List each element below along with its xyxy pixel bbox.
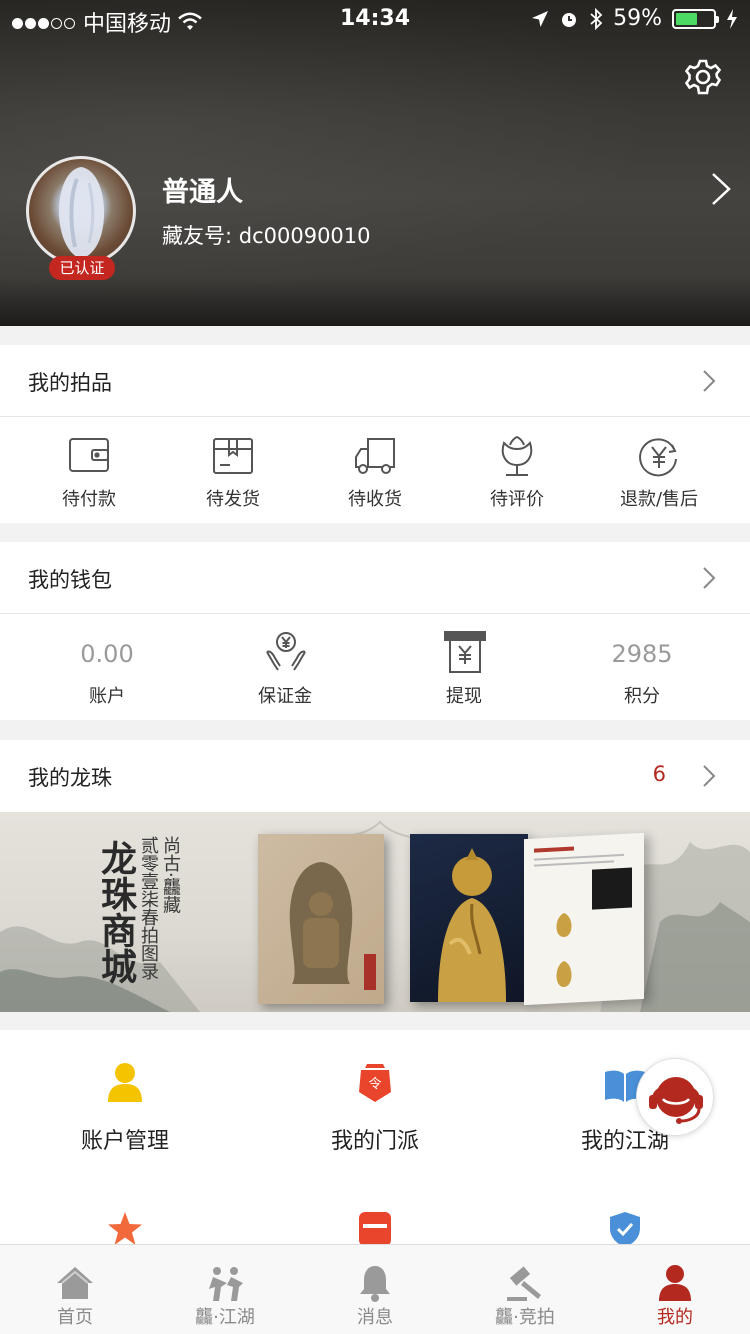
chevron-right-icon xyxy=(703,567,716,589)
chevron-right-icon xyxy=(703,370,716,392)
points-button[interactable]: 2985 积分 xyxy=(553,614,731,720)
tab-label: 龘·竞拍 xyxy=(495,1307,555,1328)
status-indicators: 59% xyxy=(531,6,738,31)
customer-service-button[interactable] xyxy=(636,1058,714,1136)
wallet-icon xyxy=(69,438,109,472)
tab-label: 龘·江湖 xyxy=(195,1307,255,1328)
menu-label: 我的门派 xyxy=(330,1129,419,1154)
charging-icon xyxy=(727,8,737,29)
favorites-button[interactable] xyxy=(0,1200,250,1245)
home-icon xyxy=(57,1267,93,1299)
alarm-icon xyxy=(562,12,577,27)
withdraw-label: 提现 xyxy=(446,686,482,707)
account-balance-label: 账户 xyxy=(89,686,125,707)
gavel-icon xyxy=(507,1266,541,1301)
pearl-mall-banner[interactable]: 龙珠商城 尚古·龘藏 贰零壹柒春拍图录 xyxy=(0,812,750,1012)
tab-label: 我的 xyxy=(657,1307,693,1328)
section-title: 我的龙珠 xyxy=(28,766,112,790)
account-balance-button[interactable]: 0.00 账户 xyxy=(18,614,196,720)
banner-subtitle-1: 尚古·龘藏 xyxy=(160,836,181,914)
deposit-label: 保证金 xyxy=(258,686,312,707)
my-sect-button[interactable]: 令 我的门派 xyxy=(250,1030,500,1170)
tab-mine[interactable]: 我的 xyxy=(600,1245,750,1334)
user-avatar-block[interactable]: 已认证 xyxy=(26,156,136,280)
settings-gear-icon[interactable] xyxy=(684,58,722,96)
refund-icon xyxy=(639,438,677,477)
status-bar: 中国移动 14:34 59% xyxy=(0,0,750,40)
pearls-count: 6 xyxy=(652,762,666,786)
my-pearls-header[interactable]: 我的龙珠 6 xyxy=(0,740,750,812)
banner-subtitle-2: 贰零壹柒春拍图录 xyxy=(138,836,159,980)
pending-payment-button[interactable]: 待付款 xyxy=(14,417,164,523)
bell-icon xyxy=(360,1266,390,1302)
account-balance-value: 0.00 xyxy=(80,640,134,668)
order-status-row: 待付款 待发货 待收货 待评价 退款/售后 xyxy=(0,417,750,523)
battery-percent: 59% xyxy=(613,6,662,31)
my-auctions-header[interactable]: 我的拍品 xyxy=(0,345,750,417)
withdraw-icon xyxy=(444,631,486,673)
my-auctions-section: 我的拍品 待付款 待发货 待收货 待评价 退款/售后 xyxy=(0,345,750,523)
wallet-row: 0.00 账户 保证金 提现 2985 积分 xyxy=(0,614,750,720)
verified-badge: 已认证 xyxy=(49,256,115,280)
user-name: 普通人 xyxy=(162,177,243,208)
headset-icon xyxy=(649,1077,703,1124)
avatar[interactable] xyxy=(26,156,136,266)
pending-receipt-button[interactable]: 待收货 xyxy=(300,417,450,523)
svg-text:令: 令 xyxy=(368,1077,381,1092)
refund-aftersale-button[interactable]: 退款/售后 xyxy=(584,417,734,523)
my-wallet-header[interactable]: 我的钱包 xyxy=(0,542,750,614)
tab-label: 首页 xyxy=(57,1307,93,1328)
pending-shipment-button[interactable]: 待发货 xyxy=(158,417,308,523)
order-status-label: 待评价 xyxy=(490,489,544,510)
location-arrow-icon xyxy=(532,10,549,27)
catalog-cover-image xyxy=(258,834,384,1004)
profile-page: 中国移动 14:34 59% 已认证 普通人 藏友号: dc00090010 我… xyxy=(0,0,750,1334)
security-button[interactable] xyxy=(500,1200,750,1247)
section-title: 我的钱包 xyxy=(28,568,112,592)
flower-icon xyxy=(501,435,533,476)
pending-review-button[interactable]: 待评价 xyxy=(442,417,592,523)
deposit-hands-icon xyxy=(266,632,306,671)
user-icon xyxy=(659,1265,691,1301)
bottom-tab-bar: 首页 龘·江湖 消息 龘·竞拍 我的 xyxy=(0,1244,750,1334)
tab-messages[interactable]: 消息 xyxy=(300,1245,450,1334)
battery-icon xyxy=(672,8,719,29)
points-label: 积分 xyxy=(624,686,660,707)
menu-label: 账户管理 xyxy=(80,1129,169,1154)
shop-button[interactable] xyxy=(250,1200,500,1246)
jade-avatar-image xyxy=(59,167,105,259)
bluetooth-icon xyxy=(590,7,603,30)
order-status-label: 退款/售后 xyxy=(619,489,699,510)
section-title: 我的拍品 xyxy=(28,371,112,395)
user-id: 藏友号: dc00090010 xyxy=(162,224,371,248)
order-status-label: 待收货 xyxy=(348,489,402,510)
catalog-buddha-image xyxy=(410,834,528,1002)
sect-icon: 令 xyxy=(359,1064,391,1102)
deposit-button[interactable]: 保证金 xyxy=(196,614,374,720)
truck-icon xyxy=(355,438,395,474)
tab-label: 消息 xyxy=(357,1307,393,1328)
martial-icon xyxy=(209,1267,243,1301)
points-value: 2985 xyxy=(611,640,673,668)
withdraw-button[interactable]: 提现 xyxy=(375,614,553,720)
account-icon xyxy=(108,1063,142,1102)
tab-auction[interactable]: 龘·竞拍 xyxy=(450,1245,600,1334)
account-management-button[interactable]: 账户管理 xyxy=(0,1030,250,1170)
tab-home[interactable]: 首页 xyxy=(0,1245,150,1334)
order-status-label: 待发货 xyxy=(206,489,260,510)
order-status-label: 待付款 xyxy=(62,489,116,510)
my-pearls-section: 我的龙珠 6 xyxy=(0,740,750,812)
chevron-right-icon xyxy=(703,765,716,787)
catalog-page-image xyxy=(524,832,644,1006)
profile-chevron-right-icon[interactable] xyxy=(710,172,732,206)
my-wallet-section: 我的钱包 0.00 账户 保证金 提现 2985 积分 xyxy=(0,542,750,720)
tab-jianghu[interactable]: 龘·江湖 xyxy=(150,1245,300,1334)
banner-title: 龙珠商城 xyxy=(95,840,137,984)
package-icon xyxy=(213,438,253,474)
